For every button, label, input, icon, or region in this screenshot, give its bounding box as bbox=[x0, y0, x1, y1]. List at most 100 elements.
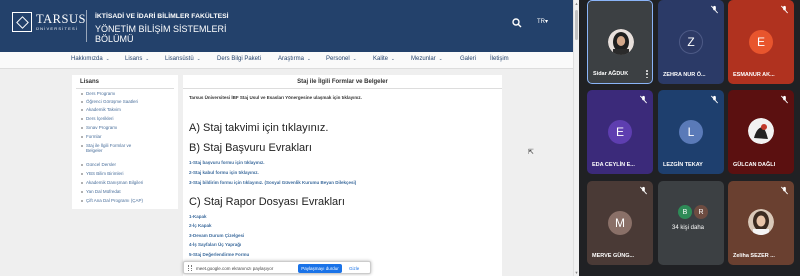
participant-avatar: Z bbox=[679, 30, 703, 54]
language-selector[interactable]: TR▾ bbox=[537, 18, 548, 25]
participant-photo bbox=[748, 209, 774, 235]
participant-tile[interactable]: L LEZGİN TEKAY bbox=[658, 90, 724, 174]
mic-off-icon bbox=[781, 186, 788, 195]
more-participants-label: 34 kişi daha bbox=[672, 225, 705, 231]
sidebar-item-ybs-bilim-birimleri[interactable]: YBS Bilim Birimleri bbox=[81, 171, 171, 176]
participant-tile[interactable]: E EDA CEYLİN E... bbox=[587, 90, 653, 174]
participant-photo bbox=[748, 118, 774, 144]
logo-name: TARSUS bbox=[36, 12, 86, 27]
title-divider bbox=[183, 88, 502, 89]
participant-tile[interactable]: Z ZEHRA NUR Ö... bbox=[658, 0, 724, 84]
sidebar-divider bbox=[76, 88, 174, 89]
participant-avatar: M bbox=[608, 211, 632, 235]
chevron-down-icon: ⌄ bbox=[307, 56, 311, 61]
sidebar-item-ders-icerikleri[interactable]: Ders İçerikleri bbox=[81, 116, 171, 121]
participant-name: EDA CEYLİN E... bbox=[592, 162, 635, 168]
screen-share-bar: meet.google.com ekranınızı paylaşıyor Pa… bbox=[183, 261, 371, 274]
participant-avatar: L bbox=[679, 120, 703, 144]
more-participants-tile[interactable]: B R 34 kişi daha bbox=[658, 181, 724, 265]
nav-item-hakkimizda[interactable]: Hakkımızda ⌄ bbox=[71, 56, 109, 62]
nav-item-kalite[interactable]: Kalite ⌄ bbox=[373, 56, 395, 62]
mic-off-icon bbox=[781, 5, 788, 14]
devam-cizelgesi-link[interactable]: 3-Devam Durum Çizelgesi bbox=[189, 233, 244, 238]
chevron-down-icon: ⌄ bbox=[438, 56, 443, 61]
mic-off-icon bbox=[711, 5, 718, 14]
university-logo[interactable]: TARSUS ÜNİVERSİTESİ bbox=[12, 12, 86, 32]
mic-off-icon bbox=[640, 95, 647, 104]
scroll-thumb[interactable] bbox=[575, 10, 578, 40]
mic-off-icon bbox=[781, 95, 788, 104]
participant-tile[interactable]: E ESMANUR AK... bbox=[728, 0, 794, 84]
shared-screen: TARSUS ÜNİVERSİTESİ İKTİSADİ VE İDARİ Bİ… bbox=[0, 0, 579, 276]
stop-sharing-button[interactable]: Paylaşmayı durdur bbox=[298, 263, 342, 273]
rapor-evraklari-heading: C) Staj Rapor Dosyası Evrakları bbox=[189, 196, 345, 208]
sidebar-item-ders-programi[interactable]: Ders Programı bbox=[81, 91, 171, 96]
chevron-down-icon: ⌄ bbox=[352, 56, 357, 61]
more-participants-avatars: B R bbox=[678, 205, 708, 219]
scroll-up-arrow-icon[interactable]: ▲ bbox=[574, 1, 579, 6]
nav-item-iletisim[interactable]: İletişim bbox=[490, 56, 509, 62]
participant-avatar: B bbox=[678, 205, 692, 219]
participant-name: LEZGİN TEKAY bbox=[663, 162, 703, 168]
participant-tile[interactable]: Zeliha SEZER ... bbox=[728, 181, 794, 265]
participant-tile[interactable]: GÜLCAN DAĞLI bbox=[728, 90, 794, 174]
mic-off-icon bbox=[640, 186, 647, 195]
mic-off-icon bbox=[711, 95, 718, 104]
logo-subtitle: ÜNİVERSİTESİ bbox=[36, 25, 79, 31]
more-options-icon[interactable] bbox=[646, 70, 648, 78]
nav-item-galeri[interactable]: Galeri bbox=[460, 56, 476, 62]
mouse-cursor-icon: ⇱ bbox=[528, 149, 534, 156]
degerlendirme-formu-link[interactable]: 5-Staj Değerlendirme Formu bbox=[189, 252, 249, 257]
department-name[interactable]: YÖNETİM BİLİŞİM SİSTEMLERİ BÖLÜMÜ bbox=[95, 24, 235, 44]
participant-name: ESMANUR AK... bbox=[733, 72, 775, 78]
sidebar-item-gorusme-saatleri[interactable]: Öğrenci Görüşme Saatleri bbox=[81, 99, 171, 104]
participant-avatar: E bbox=[749, 30, 773, 54]
hide-share-bar-button[interactable]: Gizle bbox=[349, 266, 359, 271]
chevron-down-icon: ⌄ bbox=[391, 56, 395, 61]
kabul-formu-link[interactable]: 2-Staj kabul formu için tıklayınız. bbox=[189, 170, 259, 175]
sidebar-item-cap[interactable]: Çift Ana Dal Programı (ÇAP) bbox=[81, 198, 171, 203]
nav-item-arastirma[interactable]: Araştırma ⌄ bbox=[278, 56, 311, 62]
scroll-down-arrow-icon[interactable]: ▼ bbox=[574, 270, 579, 275]
bildirim-formu-link[interactable]: 3-Staj bildirim formu için tıklayınız. (… bbox=[189, 180, 356, 185]
nav-item-mezunlar[interactable]: Mezunlar ⌄ bbox=[411, 56, 442, 62]
participant-name: MERVE GÜNG... bbox=[592, 253, 635, 259]
basvuru-formu-link[interactable]: 1-Staj başvuru formu için tıklayınız. bbox=[189, 160, 265, 165]
is-sayfalari-link[interactable]: 4-İş Sayfaları Üç Yaprağı bbox=[189, 242, 241, 247]
page-scrollbar[interactable]: ▲ ▼ bbox=[573, 0, 579, 276]
basvuru-evraklari-heading: B) Staj Başvuru Evrakları bbox=[189, 142, 312, 154]
search-icon[interactable] bbox=[511, 17, 523, 29]
participant-tile[interactable]: M MERVE GÜNG... bbox=[587, 181, 653, 265]
participant-photo bbox=[608, 29, 634, 55]
site-header: TARSUS ÜNİVERSİTESİ İKTİSADİ VE İDARİ Bİ… bbox=[0, 0, 579, 52]
participant-tile[interactable]: Sidar AĞDUK bbox=[587, 0, 653, 84]
participant-name: GÜLCAN DAĞLI bbox=[733, 162, 776, 168]
nav-item-lisans[interactable]: Lisans ⌄ bbox=[125, 56, 149, 62]
sidebar-item-akademik-danisman[interactable]: Akademik Danışman Bilgileri bbox=[81, 180, 171, 185]
main-content: Staj ile İlgili Formlar ve Belgeler Tars… bbox=[183, 75, 502, 276]
ic-kapak-link[interactable]: 2-İç Kapak bbox=[189, 223, 212, 228]
sidebar-item-formlar[interactable]: Formlar bbox=[81, 134, 171, 139]
drag-handle-icon[interactable] bbox=[188, 265, 192, 271]
sidebar-item-sinav-programi[interactable]: Sınav Programı bbox=[81, 125, 171, 130]
staj-takvimi-link[interactable]: A) Staj takvimi için tıklayınız. bbox=[189, 122, 328, 134]
header-divider bbox=[86, 10, 87, 42]
chevron-down-icon: ⌄ bbox=[196, 56, 201, 61]
participant-avatar: R bbox=[694, 205, 708, 219]
logo-emblem-icon bbox=[12, 12, 32, 32]
sidebar-item-staj-formlari[interactable]: Staj ile İlgili Formlar ve Belgeler bbox=[81, 143, 146, 153]
chevron-down-icon: ⌄ bbox=[105, 56, 110, 61]
share-status-text: meet.google.com ekranınızı paylaşıyor bbox=[196, 265, 274, 271]
nav-item-lisansustu[interactable]: Lisansüstü ⌄ bbox=[165, 56, 200, 62]
sidebar-item-akademik-takvim[interactable]: Akademik Takvim bbox=[81, 107, 171, 112]
nav-item-personel[interactable]: Personel ⌄ bbox=[326, 56, 356, 62]
yonerge-link[interactable]: Tarsus Üniversitesi İBF Staj Usul ve Esa… bbox=[189, 95, 362, 100]
sidebar-item-guncel-dersler[interactable]: Güncel Dersler bbox=[81, 162, 171, 167]
kapak-link[interactable]: 1-Kapak bbox=[189, 214, 207, 219]
sidebar: Lisans Ders Programı Öğrenci Görüşme Saa… bbox=[72, 75, 178, 209]
language-label: TR bbox=[537, 19, 545, 25]
sidebar-title: Lisans bbox=[80, 79, 100, 85]
main-navigation: Hakkımızda ⌄ Lisans ⌄ Lisansüstü ⌄ Ders Bil… bbox=[0, 52, 579, 69]
sidebar-item-yan-dal[interactable]: Yan Dal Müfredat bbox=[81, 189, 171, 194]
nav-item-ders-bilgi-paketi[interactable]: Ders Bilgi Paketi bbox=[217, 56, 261, 62]
